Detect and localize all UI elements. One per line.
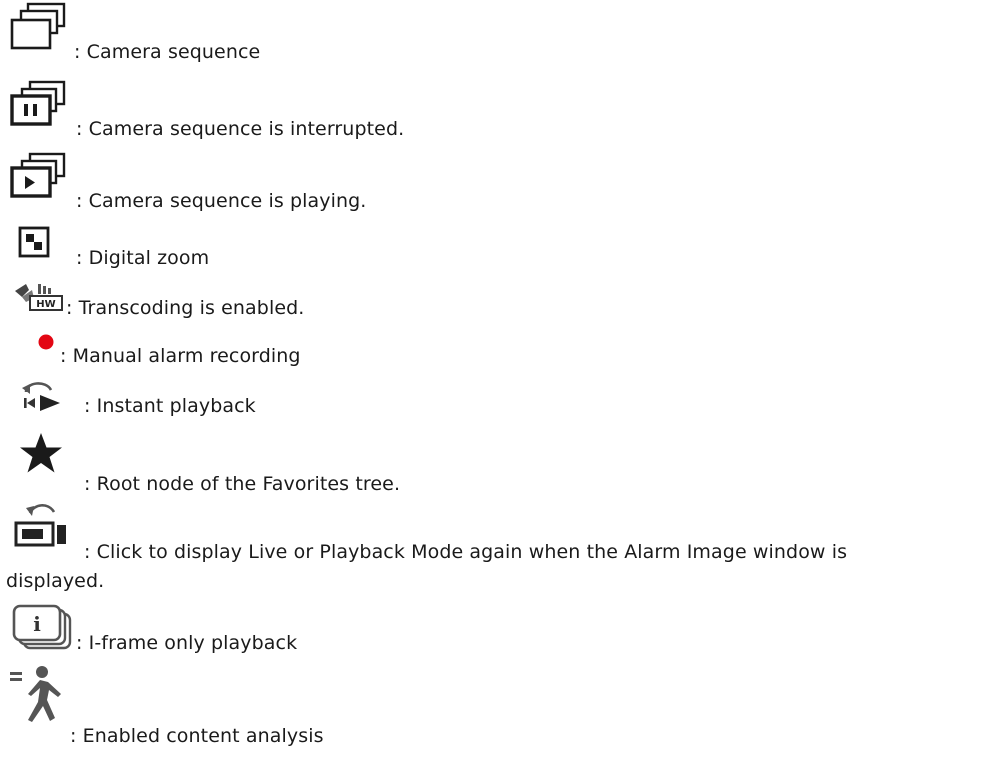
star-icon xyxy=(20,433,62,473)
legend-text: : Instant playback xyxy=(84,395,256,417)
legend-item-favorites-root: : Root node of the Favorites tree. xyxy=(0,432,1000,495)
legend-text: : Enabled content analysis xyxy=(70,725,324,747)
legend-item-sequence-playing: : Camera sequence is playing. xyxy=(0,146,1000,212)
iframe-playback-icon: i xyxy=(12,604,72,650)
record-dot-icon xyxy=(38,334,54,350)
legend-item-back-to-live: : Click to display Live or Playback Mode… xyxy=(0,500,1000,596)
legend-item-camera-sequence: : Camera sequence xyxy=(0,0,1000,63)
legend-text: : Manual alarm recording xyxy=(60,345,301,367)
legend-item-transcoding: HW : Transcoding is enabled. xyxy=(0,276,1000,326)
instant-playback-icon xyxy=(22,382,60,411)
legend-item-content-analysis: : Enabled content analysis xyxy=(0,664,1000,754)
legend-item-sequence-interrupted: : Camera sequence is interrupted. xyxy=(0,74,1000,140)
legend-text: : I-frame only playback xyxy=(76,632,298,654)
legend-text: : Camera sequence xyxy=(74,41,261,63)
legend-text: : Camera sequence is playing. xyxy=(76,190,367,212)
svg-text:i: i xyxy=(33,612,41,636)
legend-text: : Root node of the Favorites tree. xyxy=(84,473,401,495)
legend-text: : Transcoding is enabled. xyxy=(66,297,305,319)
camera-sequence-playing-icon xyxy=(10,152,66,198)
transcoding-hw-icon: HW xyxy=(15,284,63,311)
legend-text: : Click to display Live or Playback Mode… xyxy=(84,541,848,563)
legend-item-manual-alarm-recording: : Manual alarm recording xyxy=(0,330,1000,370)
legend-text: : Digital zoom xyxy=(76,247,210,269)
legend-text: : Camera sequence is interrupted. xyxy=(76,118,405,140)
legend-item-digital-zoom: : Digital zoom xyxy=(0,218,1000,272)
camera-sequence-icon xyxy=(10,2,66,50)
legend-item-iframe-playback: i : I-frame only playback xyxy=(0,604,1000,660)
content-analysis-icon xyxy=(10,666,61,722)
digital-zoom-icon xyxy=(18,226,50,258)
back-to-live-icon xyxy=(14,504,66,547)
legend-text-continuation: displayed. xyxy=(6,570,105,592)
legend-item-instant-playback: : Instant playback xyxy=(0,376,1000,426)
camera-sequence-paused-icon xyxy=(10,80,66,126)
svg-text:HW: HW xyxy=(36,299,55,310)
